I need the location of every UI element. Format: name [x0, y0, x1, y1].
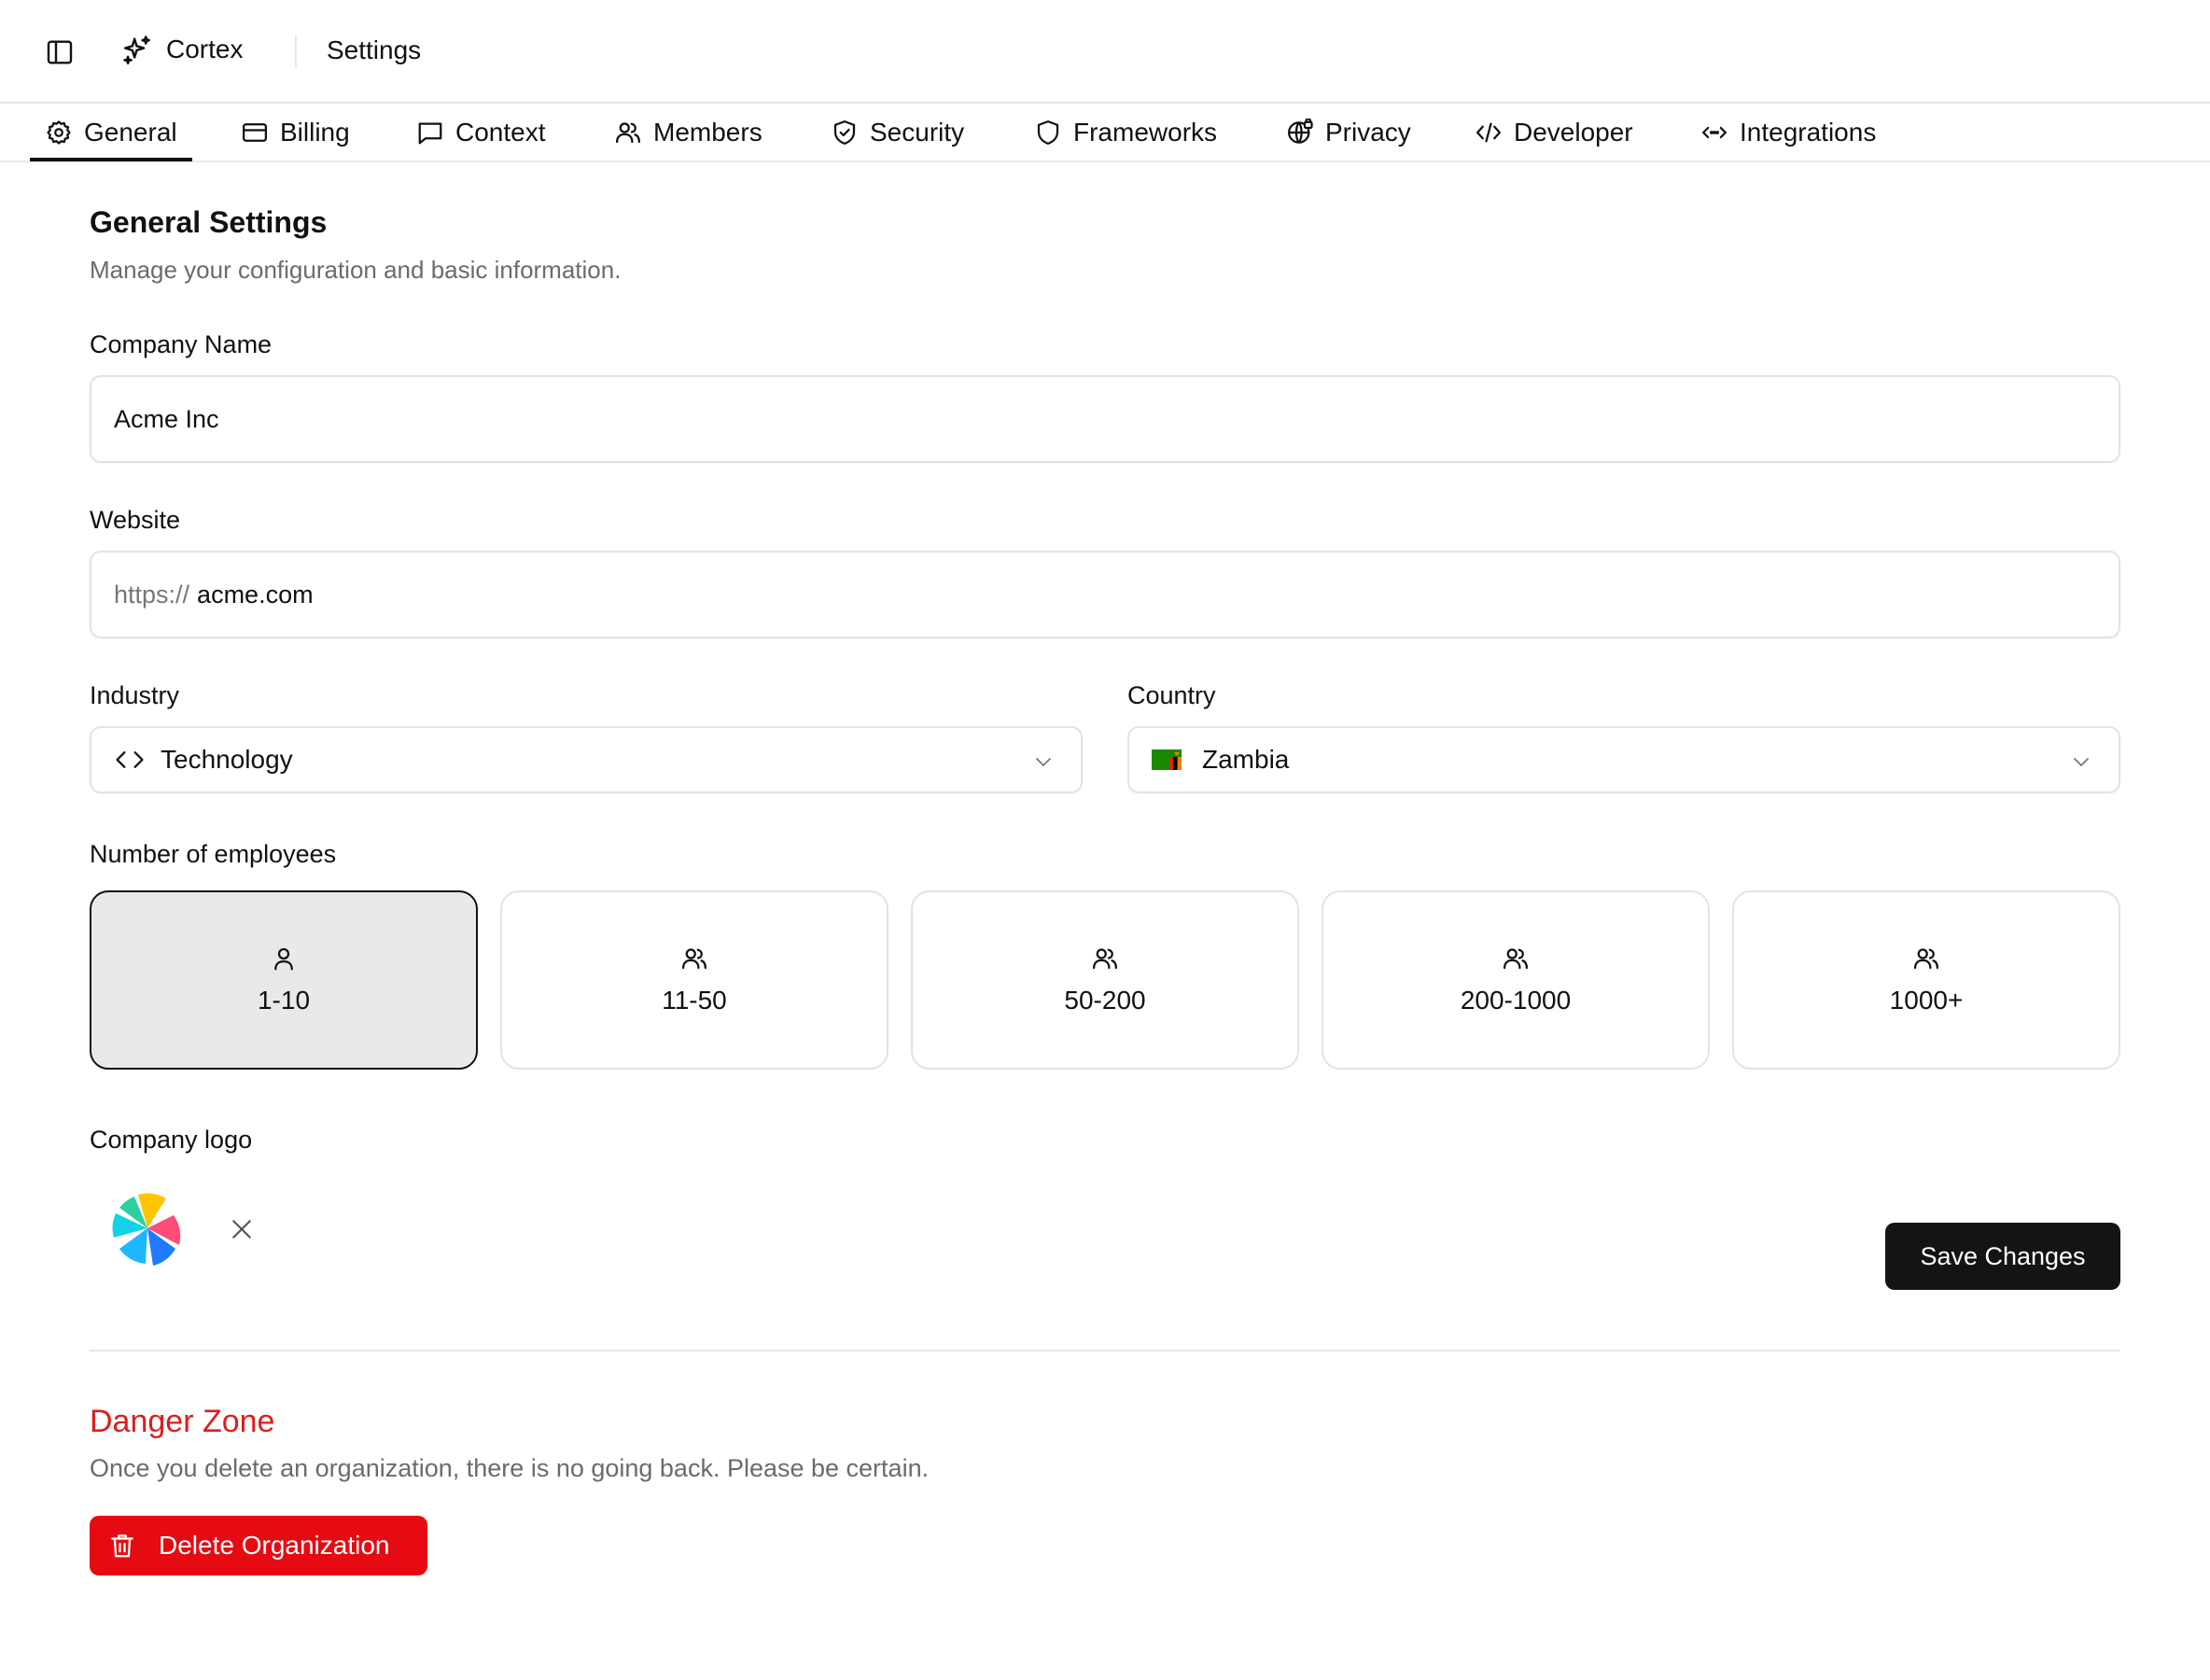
tab-general[interactable]: General: [30, 104, 192, 161]
trash-icon: [111, 1534, 133, 1558]
industry-value: Technology: [161, 745, 293, 774]
employee-option-label: 200-1000: [1460, 986, 1572, 1015]
users-icon: [1914, 948, 1938, 970]
country-value: Zambia: [1202, 745, 1290, 774]
tab-integrations[interactable]: Integrations: [1700, 104, 1876, 161]
sparkles-icon: [123, 35, 150, 65]
top-header: Cortex Settings: [0, 0, 2210, 104]
company-name-input[interactable]: Acme Inc: [90, 375, 2120, 463]
globe-lock-icon: [1288, 118, 1313, 144]
website-input[interactable]: https:// acme.com: [90, 551, 2120, 638]
employee-option-label: 1000+: [1889, 986, 1964, 1015]
section-title: General Settings: [90, 205, 328, 239]
tab-frameworks[interactable]: Frameworks: [1034, 104, 1217, 161]
tab-label: Frameworks: [1073, 117, 1218, 147]
delete-organization-button[interactable]: Delete Organization: [90, 1516, 427, 1575]
user-icon: [274, 947, 293, 971]
country-label: Country: [1127, 681, 1216, 709]
zambia-flag-icon: [1152, 749, 1182, 770]
shield-check-icon: [833, 119, 856, 145]
gear-icon: [47, 119, 71, 145]
employee-option-1000-plus[interactable]: 1000+: [1732, 890, 2120, 1070]
tab-members[interactable]: Members: [614, 104, 762, 161]
remove-logo-icon[interactable]: [230, 1217, 254, 1241]
danger-zone-title: Danger Zone: [90, 1404, 275, 1439]
employee-option-11-50[interactable]: 11-50: [500, 890, 888, 1070]
website-value: acme.com: [197, 580, 314, 609]
code-brackets-icon: [116, 751, 144, 768]
tab-label: Developer: [1514, 117, 1633, 147]
tab-label: Privacy: [1325, 117, 1411, 147]
tab-label: Billing: [280, 117, 350, 147]
section-description: Manage your configuration and basic info…: [90, 256, 622, 284]
tab-context[interactable]: Context: [416, 104, 546, 161]
delete-organization-label: Delete Organization: [159, 1531, 390, 1560]
users-icon: [682, 948, 706, 970]
credit-card-icon: [243, 122, 267, 142]
employee-option-50-200[interactable]: 50-200: [911, 890, 1299, 1070]
employee-count-options: 1-10 11-50 50-200 200-1000 1000+: [90, 890, 2120, 1070]
country-select[interactable]: Zambia: [1127, 726, 2120, 793]
users-icon: [1093, 948, 1117, 970]
settings-tabs: General Billing Context Members Security: [0, 104, 2210, 162]
employee-option-label: 11-50: [662, 986, 727, 1015]
company-logo-label: Company logo: [90, 1126, 253, 1154]
danger-zone-description: Once you delete an organization, there i…: [90, 1454, 930, 1482]
tab-label: Integrations: [1740, 117, 1877, 147]
tab-label: General: [84, 117, 177, 147]
code-icon: [1476, 122, 1501, 142]
section-divider: [90, 1350, 2120, 1351]
company-name-label: Company Name: [90, 330, 273, 358]
employee-option-label: 50-200: [1064, 986, 1146, 1015]
company-logo-image: [112, 1193, 181, 1266]
page-title: Settings: [327, 35, 422, 64]
company-name-value: Acme Inc: [114, 404, 219, 433]
save-changes-button[interactable]: Save Changes: [1885, 1223, 2120, 1290]
tab-billing[interactable]: Billing: [241, 104, 350, 161]
employee-option-label: 1-10: [257, 986, 311, 1015]
tab-label: Members: [653, 117, 762, 147]
url-prefix: https://: [114, 580, 190, 609]
users-icon: [1504, 948, 1528, 970]
tab-label: Security: [870, 117, 965, 147]
chevron-down-icon: [2074, 758, 2089, 766]
shield-icon: [1037, 119, 1059, 145]
employees-label: Number of employees: [90, 840, 337, 868]
brand[interactable]: Cortex: [121, 34, 243, 65]
app-name: Cortex: [166, 35, 244, 63]
sidebar-toggle-icon[interactable]: [45, 37, 75, 67]
website-label: Website: [90, 506, 181, 534]
header-divider: [295, 35, 297, 67]
tab-label: Context: [455, 117, 546, 147]
message-square-icon: [418, 122, 442, 144]
tab-privacy[interactable]: Privacy: [1286, 104, 1411, 161]
code-arrows-icon: [1702, 126, 1727, 138]
industry-select[interactable]: Technology: [90, 726, 1083, 793]
users-icon: [616, 121, 640, 143]
employee-option-1-10[interactable]: 1-10: [90, 890, 478, 1070]
tab-developer[interactable]: Developer: [1475, 104, 1633, 161]
industry-label: Industry: [90, 681, 180, 709]
employee-option-200-1000[interactable]: 200-1000: [1322, 890, 1710, 1070]
chevron-down-icon: [1036, 758, 1051, 766]
tab-security[interactable]: Security: [831, 104, 964, 161]
